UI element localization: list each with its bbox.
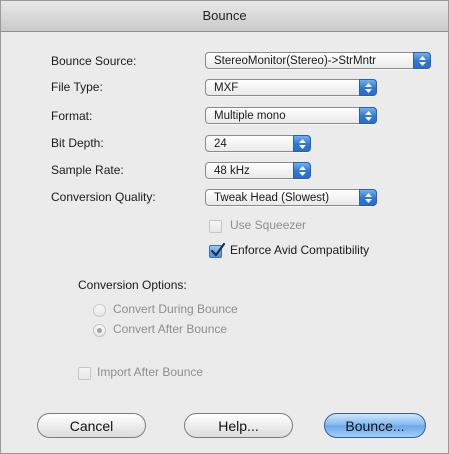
enforce-avid-label: Enforce Avid Compatibility <box>230 243 370 257</box>
use-squeezer-checkbox[interactable] <box>209 220 222 233</box>
bit-depth-value: 24 <box>214 138 227 150</box>
convert-after-bounce-radio[interactable] <box>93 324 106 337</box>
updown-arrows-icon <box>359 189 377 206</box>
help-button[interactable]: Help... <box>184 413 293 438</box>
conversion-quality-value: Tweak Head (Slowest) <box>214 192 330 204</box>
updown-arrows-icon <box>359 107 377 124</box>
format-value: Multiple mono <box>214 110 286 122</box>
checkmark-icon <box>210 243 225 257</box>
conversion-options-label: Conversion Options: <box>78 278 187 292</box>
file-type-popup[interactable]: MXF <box>205 79 377 96</box>
file-type-value: MXF <box>214 82 239 94</box>
sample-rate-value: 48 kHz <box>214 165 250 177</box>
use-squeezer-label: Use Squeezer <box>230 218 307 232</box>
conversion-quality-label: Conversion Quality: <box>51 190 156 204</box>
bit-depth-label: Bit Depth: <box>51 136 104 150</box>
updown-arrows-icon <box>359 79 377 96</box>
format-popup[interactable]: Multiple mono <box>205 107 377 124</box>
bounce-source-popup[interactable]: StereoMonitor(Stereo)->StrMntr <box>205 52 431 69</box>
bounce-source-value: StereoMonitor(Stereo)->StrMntr <box>214 55 377 67</box>
conversion-quality-popup[interactable]: Tweak Head (Slowest) <box>205 189 377 206</box>
updown-arrows-icon <box>293 162 311 179</box>
bit-depth-popup[interactable]: 24 <box>205 135 311 152</box>
file-type-label: File Type: <box>51 80 103 94</box>
dialog-title: Bounce <box>1 1 448 32</box>
convert-after-bounce-label: Convert After Bounce <box>113 322 228 336</box>
sample-rate-label: Sample Rate: <box>51 163 124 177</box>
import-after-bounce-checkbox[interactable] <box>78 367 91 380</box>
import-after-bounce-label: Import After Bounce <box>97 365 204 379</box>
bounce-dialog: Bounce Bounce Source: StereoMonitor(Ster… <box>0 0 449 454</box>
sample-rate-popup[interactable]: 48 kHz <box>205 162 311 179</box>
convert-during-bounce-radio[interactable] <box>93 304 106 317</box>
dialog-content: Bounce Source: StereoMonitor(Stereo)->St… <box>1 32 448 453</box>
updown-arrows-icon <box>293 135 311 152</box>
bounce-button[interactable]: Bounce... <box>324 413 426 438</box>
cancel-button[interactable]: Cancel <box>37 413 146 438</box>
updown-arrows-icon <box>413 52 431 69</box>
format-label: Format: <box>51 109 93 123</box>
radio-selected-dot <box>97 328 102 333</box>
bounce-source-label: Bounce Source: <box>51 54 137 68</box>
convert-during-bounce-label: Convert During Bounce <box>113 302 238 316</box>
enforce-avid-checkbox[interactable] <box>209 243 225 258</box>
